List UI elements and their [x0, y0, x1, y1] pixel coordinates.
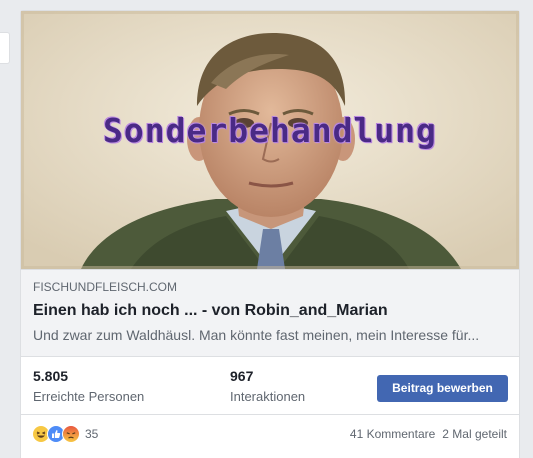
link-preview-image[interactable]: Sonderbehandlung: [21, 11, 519, 269]
interactions-stat[interactable]: 967 Interaktionen: [230, 367, 305, 406]
link-description: Und zwar zum Waldhäusl. Man könnte fast …: [33, 327, 480, 343]
adjacent-panel-edge: [0, 32, 10, 64]
engagement-counts: 41 Kommentare 2 Mal geteilt: [350, 427, 507, 441]
reach-label: Erreichte Personen: [33, 389, 145, 404]
reach-value: 5.805: [33, 368, 69, 384]
boost-post-button[interactable]: Beitrag bewerben: [377, 375, 508, 402]
interactions-value: 967: [230, 368, 254, 384]
link-preview-text[interactable]: FISCHUNDFLEISCH.COM Einen hab ich noch .…: [21, 269, 519, 357]
shares-count-link[interactable]: 2 Mal geteilt: [442, 427, 507, 441]
link-title[interactable]: Einen hab ich noch ... - von Robin_and_M…: [33, 300, 507, 322]
reactions-summary[interactable]: 35: [32, 425, 98, 443]
image-caption: Sonderbehandlung: [103, 111, 437, 150]
post-insights: 5.805 Erreichte Personen 967 Interaktion…: [21, 357, 519, 415]
link-domain: FISCHUNDFLEISCH.COM: [33, 280, 178, 294]
interactions-label: Interaktionen: [230, 389, 306, 404]
post-card: Sonderbehandlung FISCHUNDFLEISCH.COM Ein…: [20, 10, 520, 458]
comments-count-link[interactable]: 41 Kommentare: [350, 427, 435, 441]
angry-icon: [62, 425, 80, 443]
reaction-count: 35: [85, 427, 99, 441]
page: Sonderbehandlung FISCHUNDFLEISCH.COM Ein…: [0, 0, 533, 458]
reach-stat[interactable]: 5.805 Erreichte Personen: [33, 367, 144, 406]
post-footer: 35 41 Kommentare 2 Mal geteilt: [21, 415, 519, 451]
